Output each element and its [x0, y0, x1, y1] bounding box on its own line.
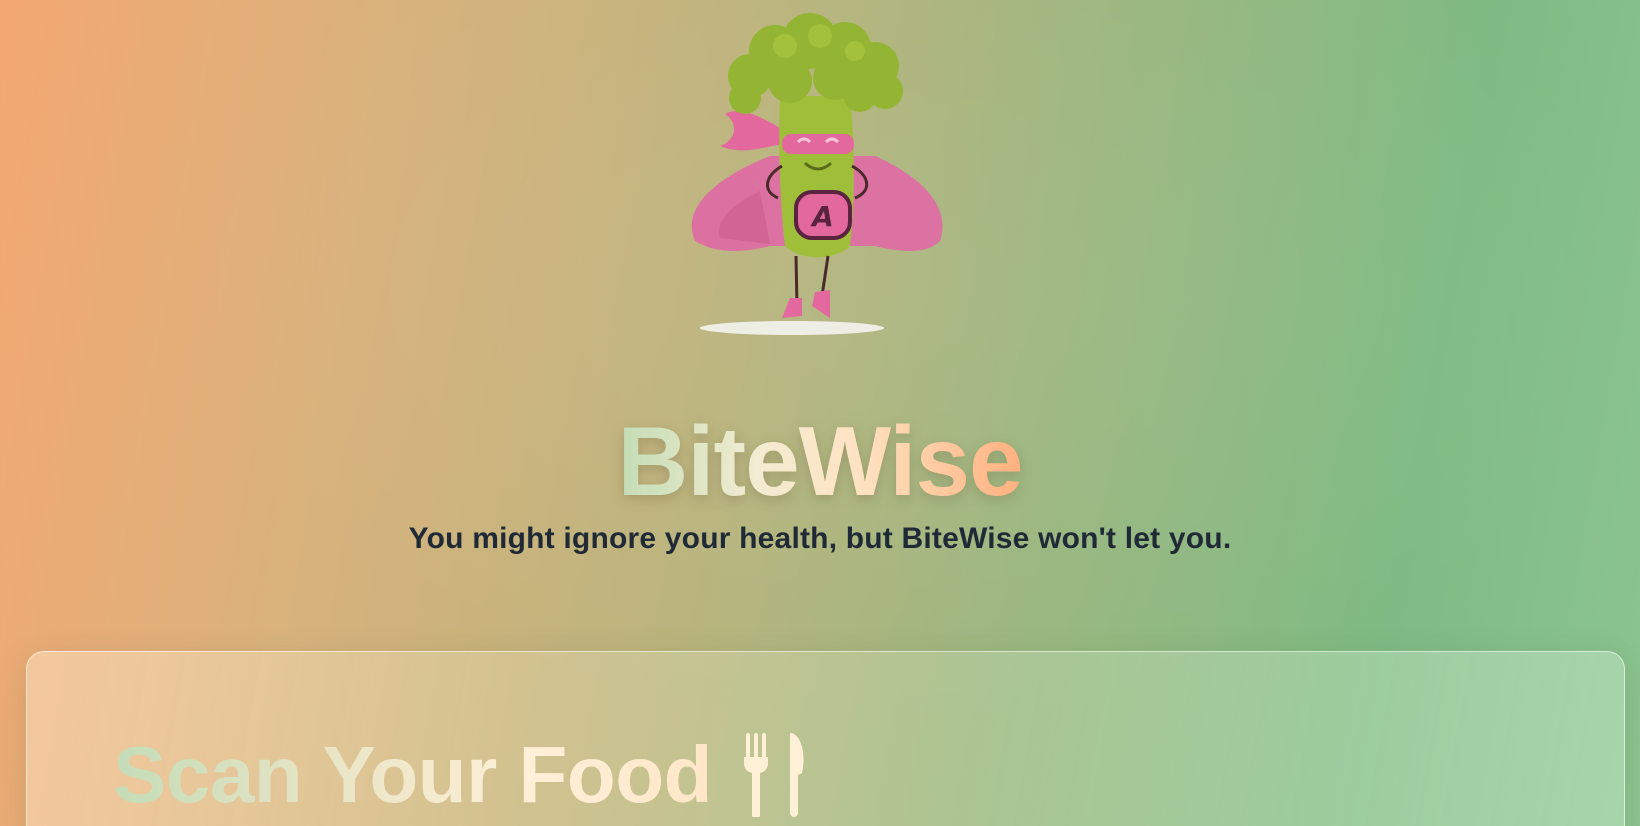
- hero-section: A BiteWise You might ignore your health,…: [0, 0, 1640, 640]
- mascot-badge-letter: A: [810, 200, 834, 233]
- app-title-text: BiteWise: [617, 406, 1023, 516]
- scan-food-card: Scan Your Food: [26, 651, 1625, 826]
- app-tagline: You might ignore your health, but BiteWi…: [408, 522, 1232, 555]
- broccoli-mascot-icon: A: [690, 6, 960, 342]
- fork-knife-icon: [743, 733, 804, 817]
- scan-food-title: Scan Your Food: [113, 730, 810, 820]
- app-title: BiteWise: [0, 405, 1640, 517]
- scan-food-title-text: Scan Your Food: [113, 730, 712, 819]
